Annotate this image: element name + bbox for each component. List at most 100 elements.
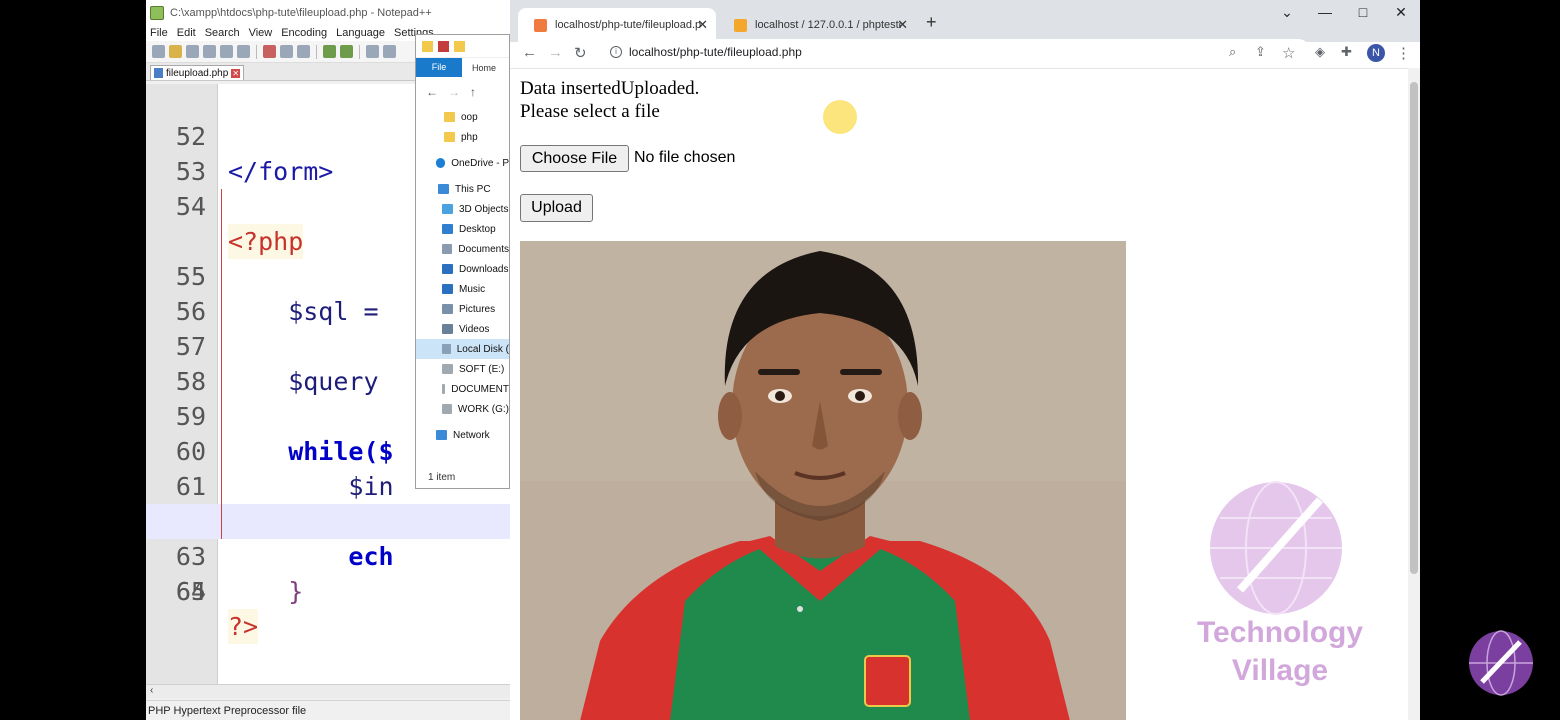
corner-logo-icon <box>1469 630 1533 696</box>
vertical-scrollbar[interactable] <box>1408 68 1420 720</box>
nav-item-this-pc[interactable]: This PC <box>416 179 509 199</box>
drive-icon <box>442 404 452 414</box>
drive-icon <box>442 364 453 374</box>
fold-marker <box>221 434 222 469</box>
nav-item-label: 3D Objects <box>459 203 509 215</box>
nav-item-document-drive[interactable]: DOCUMENT <box>416 379 509 399</box>
save-all-icon[interactable] <box>203 45 216 58</box>
site-info-icon[interactable]: i <box>610 46 622 58</box>
horizontal-scrollbar[interactable]: ‹ <box>146 684 510 698</box>
quick-access-toolbar <box>416 35 509 58</box>
cut-icon[interactable] <box>263 45 276 58</box>
paste-icon[interactable] <box>297 45 310 58</box>
open-file-icon[interactable] <box>169 45 182 58</box>
nav-item-music[interactable]: Music <box>416 279 509 299</box>
network-icon <box>436 430 447 440</box>
tab-fileupload[interactable]: localhost/php-tute/fileupload.ph ✕ <box>518 8 716 42</box>
new-tab-icon[interactable]: + <box>926 12 937 33</box>
extension-shield-icon[interactable]: ◈ <box>1315 44 1325 60</box>
mouse-cursor-highlight <box>823 100 857 134</box>
fold-marker <box>221 329 222 364</box>
nav-item-documents[interactable]: Documents <box>416 239 509 259</box>
save-icon[interactable] <box>186 45 199 58</box>
uploaded-image <box>520 241 1126 720</box>
code-line-current: 64 <box>146 504 510 606</box>
ribbon-home-tab[interactable]: Home <box>462 63 496 73</box>
watermark-line1: Technology <box>1196 616 1364 649</box>
nav-item-local-disk[interactable]: Local Disk ( <box>416 339 509 359</box>
minimize-icon[interactable]: — <box>1310 4 1340 20</box>
instruction-text: Please select a file <box>520 101 660 122</box>
nav-item-soft[interactable]: SOFT (E:) <box>416 359 509 379</box>
maximize-icon[interactable]: □ <box>1348 4 1378 20</box>
redo-icon[interactable] <box>340 45 353 58</box>
nav-item-label: oop <box>461 111 478 123</box>
code-line: 65 ?> <box>146 539 510 644</box>
tab-phpmyadmin[interactable]: localhost / 127.0.0.1 / phptestdb ✕ <box>718 8 916 42</box>
menu-file[interactable]: File <box>150 27 168 39</box>
bookmark-star-icon[interactable]: ☆ <box>1282 44 1295 62</box>
browser-toolbar: ← → ↻ i localhost/php-tute/fileupload.ph… <box>510 39 1420 68</box>
up-arrow-icon[interactable]: ↑ <box>470 85 476 99</box>
properties-icon[interactable] <box>438 40 449 52</box>
folder-icon <box>444 112 455 122</box>
nav-item-php[interactable]: php <box>416 127 509 147</box>
menu-search[interactable]: Search <box>205 27 240 39</box>
php-file-icon <box>154 68 163 78</box>
new-file-icon[interactable] <box>152 45 165 58</box>
close-tab-icon[interactable]: ✕ <box>697 17 708 33</box>
scroll-left-icon[interactable]: ‹ <box>150 685 153 696</box>
zoom-icon[interactable]: ⌕ <box>1229 44 1236 60</box>
print-icon[interactable] <box>237 45 250 58</box>
forward-icon[interactable]: → <box>548 44 563 61</box>
back-arrow-icon[interactable]: ← <box>426 85 438 99</box>
scrollbar-thumb[interactable] <box>1410 82 1418 574</box>
reload-icon[interactable]: ↻ <box>574 44 587 62</box>
nav-item-videos[interactable]: Videos <box>416 319 509 339</box>
fold-marker <box>221 259 222 294</box>
close-tab-icon[interactable]: ✕ <box>231 68 241 78</box>
profile-avatar[interactable]: N <box>1367 44 1385 62</box>
nav-item-label: Music <box>459 283 486 295</box>
menu-encoding[interactable]: Encoding <box>281 27 327 39</box>
forward-arrow-icon[interactable]: → <box>448 85 460 99</box>
tab-fileupload[interactable]: fileupload.php ✕ <box>150 65 245 80</box>
folder-icon[interactable] <box>422 40 433 52</box>
nav-item-desktop[interactable]: Desktop <box>416 219 509 239</box>
menu-view[interactable]: View <box>249 27 273 39</box>
fold-marker <box>221 224 222 259</box>
new-folder-icon[interactable] <box>454 40 465 52</box>
menu-language[interactable]: Language <box>336 27 385 39</box>
find-icon[interactable] <box>366 45 379 58</box>
tab-search-icon[interactable]: ⌄ <box>1272 4 1302 21</box>
nav-item-work[interactable]: WORK (G:) <box>416 399 509 419</box>
close-tab-icon[interactable]: ✕ <box>897 17 908 33</box>
replace-icon[interactable] <box>383 45 396 58</box>
ribbon-file-tab[interactable]: File <box>416 58 462 77</box>
address-bar[interactable]: i localhost/php-tute/fileupload.php <box>601 39 1311 65</box>
folder-icon <box>444 132 455 142</box>
close-window-icon[interactable]: ✕ <box>1386 4 1416 21</box>
nav-item-onedrive[interactable]: OneDrive - P <box>416 153 509 173</box>
undo-icon[interactable] <box>323 45 336 58</box>
close-file-icon[interactable] <box>220 45 233 58</box>
extensions-puzzle-icon[interactable]: ✚ <box>1341 44 1352 60</box>
back-icon[interactable]: ← <box>522 44 537 61</box>
copy-icon[interactable] <box>280 45 293 58</box>
nav-item-oop[interactable]: oop <box>416 107 509 127</box>
share-icon[interactable]: ⇪ <box>1255 44 1266 60</box>
upload-button[interactable]: Upload <box>520 194 593 222</box>
menu-kebab-icon[interactable]: ⋮ <box>1396 44 1411 62</box>
portrait-photo <box>520 241 1126 720</box>
nav-item-label: OneDrive - P <box>451 157 509 169</box>
nav-item-network[interactable]: Network <box>416 425 509 445</box>
item-count: 1 item <box>428 472 456 483</box>
fold-marker <box>221 469 222 504</box>
menu-edit[interactable]: Edit <box>177 27 196 39</box>
channel-watermark: Technology Village <box>1180 480 1380 695</box>
choose-file-button[interactable]: Choose File <box>520 145 629 172</box>
nav-item-downloads[interactable]: Downloads <box>416 259 509 279</box>
nav-item-3d-objects[interactable]: 3D Objects <box>416 199 509 219</box>
nav-item-pictures[interactable]: Pictures <box>416 299 509 319</box>
computer-icon <box>438 184 449 194</box>
